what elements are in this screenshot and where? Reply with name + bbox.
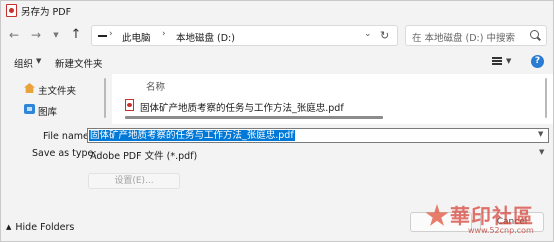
save-type-label: Save as type: [32, 148, 97, 159]
breadcrumb-this-pc[interactable]: 此电脑 [122, 30, 151, 44]
file-list: 名称 固体矿产地质考察的任务与工作方法_张庭忠.pdf [112, 74, 554, 124]
pdf-file-icon [125, 99, 134, 111]
list-item[interactable]: 固体矿产地质考察的任务与工作方法_张庭忠.pdf [122, 99, 522, 114]
watermark-text: 華印社區 [450, 204, 534, 228]
organize-menu[interactable]: 组织 [14, 56, 33, 70]
hide-folders-toggle[interactable]: ▲ Hide Folders [6, 222, 74, 233]
gallery-icon [24, 104, 35, 114]
refresh-icon[interactable]: ↻ [380, 29, 389, 42]
vertical-scrollbar[interactable] [545, 78, 547, 118]
help-icon[interactable]: ? [531, 55, 544, 68]
save-type-select[interactable]: Adobe PDF 文件 (*.pdf) [90, 148, 197, 162]
settings-button[interactable]: 设置(E)... [88, 173, 180, 189]
recent-chevron-icon[interactable]: ▼ [48, 26, 64, 44]
file-name-label: File name: [43, 131, 93, 142]
sidebar-item-label: 主文件夹 [38, 86, 77, 97]
drive-icon [98, 35, 107, 37]
forward-arrow-icon[interactable]: → [28, 26, 44, 44]
up-arrow-icon[interactable]: ↑ [68, 26, 84, 44]
breadcrumb-separator-icon[interactable]: › [162, 29, 166, 39]
sidebar-item-label: 图库 [38, 107, 58, 118]
view-options-icon[interactable] [492, 56, 502, 66]
search-input[interactable]: 在 本地磁盘 (D:) 中搜索 [405, 25, 547, 46]
hide-folders-label: Hide Folders [15, 222, 75, 233]
chevron-down-icon[interactable]: ▼ [539, 148, 544, 156]
address-dropdown-icon[interactable]: ⌄ [364, 29, 372, 39]
search-icon [530, 30, 539, 39]
window-title: 另存为 PDF [21, 7, 72, 18]
file-name-value[interactable]: 固体矿产地质考察的任务与工作方法_张庭忠.pdf [89, 130, 295, 141]
chevron-down-icon[interactable]: ▼ [36, 57, 41, 65]
watermark-url: www.52cnp.com [468, 226, 534, 235]
chevron-up-icon: ▲ [6, 223, 12, 231]
chevron-down-icon[interactable]: ▼ [506, 57, 511, 65]
file-name: 固体矿产地质考察的任务与工作方法_张庭忠.pdf [140, 103, 344, 114]
navigation-pane: 主文件夹 图库 [0, 74, 112, 124]
back-arrow-icon[interactable]: ← [6, 26, 22, 44]
breadcrumb-local-disk[interactable]: 本地磁盘 (D:) [176, 30, 235, 44]
chevron-down-icon[interactable]: ▼ [538, 130, 543, 138]
home-icon [24, 83, 35, 93]
title-bar: 另存为 PDF [0, 0, 554, 20]
address-bar[interactable]: › 此电脑 › 本地磁盘 (D:) ⌄ ↻ [91, 25, 398, 46]
file-name-field[interactable]: 固体矿产地质考察的任务与工作方法_张庭忠.pdf ▼ [87, 128, 549, 143]
command-bar: 组织 ▼ 新建文件夹 ▼ ? [0, 50, 554, 74]
new-folder-button[interactable]: 新建文件夹 [55, 56, 103, 70]
search-placeholder: 在 本地磁盘 (D:) 中搜索 [412, 33, 515, 44]
navigation-bar: ← → ▼ ↑ › 此电脑 › 本地磁盘 (D:) ⌄ ↻ 在 本地磁盘 (D:… [0, 20, 554, 50]
horizontal-scrollbar[interactable] [125, 116, 383, 119]
breadcrumb-separator-icon[interactable]: › [109, 29, 113, 39]
sidebar-scrollbar[interactable] [104, 78, 106, 118]
column-header-name[interactable]: 名称 [146, 79, 165, 93]
pdf-app-icon [6, 4, 17, 17]
